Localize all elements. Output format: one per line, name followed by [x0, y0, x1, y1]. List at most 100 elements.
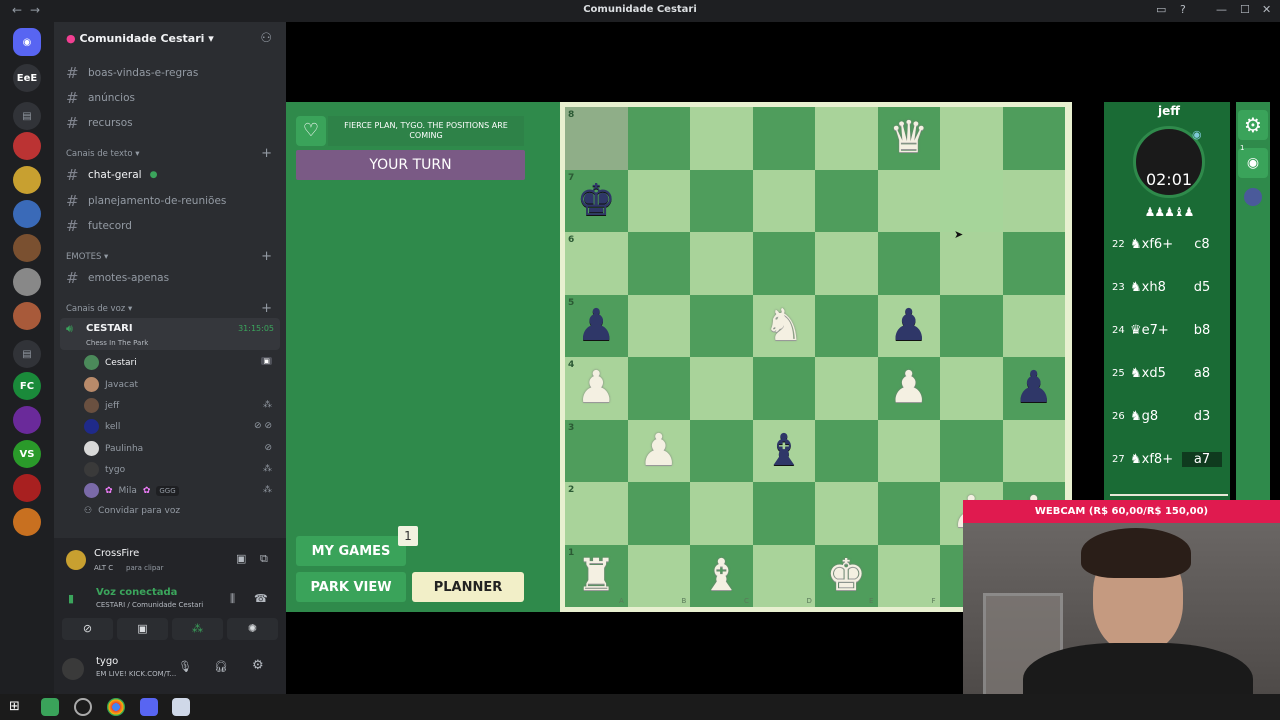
server-avatar-4[interactable] — [13, 234, 41, 262]
server-header[interactable]: ● Comunidade Cestari ▾ — [66, 32, 214, 45]
board-square[interactable] — [940, 357, 1003, 420]
board-square[interactable] — [815, 232, 878, 295]
board-square[interactable] — [565, 232, 628, 295]
taskbar-app-green-icon[interactable] — [41, 698, 59, 716]
taskbar-obs-icon[interactable] — [74, 698, 92, 716]
board-square[interactable] — [1002, 294, 1065, 357]
board-square[interactable] — [1002, 107, 1065, 170]
signal-icon[interactable]: ▮ — [68, 592, 74, 605]
taskbar-discord-icon[interactable] — [140, 698, 158, 716]
board-square[interactable] — [752, 482, 815, 545]
move-row[interactable]: 25 ♞xd5 a8 — [1112, 354, 1230, 392]
board-square[interactable] — [940, 107, 1003, 170]
voice-user[interactable]: ✿ Mila ✿ GGG — [84, 483, 179, 498]
board-square[interactable] — [627, 107, 690, 170]
board-square[interactable] — [815, 482, 878, 545]
board-square[interactable] — [940, 232, 1003, 295]
add-channel-icon[interactable]: + — [261, 249, 272, 264]
maximize-button[interactable]: ☐ — [1240, 3, 1250, 16]
board-square[interactable] — [940, 419, 1003, 482]
black-pawn[interactable]: ♟ — [878, 295, 941, 358]
screen-share-icon[interactable]: ⧉ — [260, 552, 268, 566]
park-view-button[interactable]: PARK VIEW — [296, 572, 406, 602]
black-bishop[interactable]: ♝ — [753, 420, 816, 483]
channel-planejamento[interactable]: # planejamento-de-reuniões — [66, 192, 226, 210]
white-bishop[interactable]: ♝ — [690, 545, 753, 608]
server-avatar-7[interactable] — [13, 406, 41, 434]
white-pawn[interactable]: ♟ — [628, 420, 691, 483]
camera-off-icon[interactable]: ⊘ — [62, 618, 113, 640]
black-king[interactable]: ♚ — [565, 170, 628, 233]
disconnect-icon[interactable]: ☎ — [254, 592, 268, 605]
voice-user[interactable]: tygo — [84, 462, 125, 477]
board-square[interactable] — [690, 357, 753, 420]
category-text[interactable]: Canais de texto ▾ — [66, 149, 140, 159]
activity-card[interactable]: CrossFire ALT C para clipar ▣ ⧉ — [62, 544, 278, 580]
voice-user[interactable]: Cestari — [84, 355, 137, 370]
board-square[interactable] — [877, 169, 940, 232]
board-square[interactable] — [690, 107, 753, 170]
voice-channel-cestari[interactable]: 🔊︎ CESTARI 31:15:05 Chess In The Park — [60, 318, 280, 350]
board-square[interactable] — [1002, 232, 1065, 295]
board-square[interactable] — [627, 169, 690, 232]
move-row[interactable]: 23 ♞xh8 d5 — [1112, 268, 1230, 306]
close-button[interactable]: ✕ — [1262, 3, 1271, 16]
channel-boas-vindas[interactable]: # boas-vindas-e-regras — [66, 64, 198, 82]
help-icon[interactable]: ? — [1180, 3, 1186, 16]
board-square[interactable] — [752, 357, 815, 420]
voice-user[interactable]: Paulinha — [84, 441, 143, 456]
start-windows-icon[interactable]: ⊞ — [9, 699, 20, 714]
board-square[interactable] — [627, 357, 690, 420]
board-square[interactable] — [690, 169, 753, 232]
board-square[interactable] — [815, 107, 878, 170]
microphone-icon[interactable]: 🎙︎ — [178, 660, 192, 673]
board-square[interactable] — [1002, 419, 1065, 482]
channel-emotes-apenas[interactable]: # emotes-apenas — [66, 269, 169, 287]
discord-home-icon[interactable]: ◉ — [13, 28, 41, 56]
white-knight[interactable]: ♞ — [753, 295, 816, 358]
board-square[interactable] — [940, 294, 1003, 357]
server-eee[interactable]: EeE — [13, 64, 41, 92]
board-square[interactable] — [627, 294, 690, 357]
voice-user[interactable]: jeff — [84, 398, 119, 413]
board-square[interactable] — [877, 419, 940, 482]
board-square[interactable] — [752, 107, 815, 170]
board-square[interactable] — [565, 107, 628, 170]
white-king[interactable]: ♚ — [815, 545, 878, 608]
taskbar-window-icon[interactable] — [172, 698, 190, 716]
planner-button[interactable]: PLANNER — [412, 572, 524, 602]
board-square[interactable] — [752, 169, 815, 232]
move-row[interactable]: 26 ♞g8 d3 — [1112, 397, 1230, 435]
channel-futecord[interactable]: # futecord — [66, 217, 132, 235]
add-user-icon[interactable]: ⚇ — [260, 31, 272, 46]
black-pawn[interactable]: ♟ — [1003, 357, 1066, 420]
move-row[interactable]: 27 ♞xf8+ a7 — [1112, 440, 1230, 478]
white-rook[interactable]: ♜ — [565, 545, 628, 608]
black-pawn[interactable]: ♟ — [565, 295, 628, 358]
voice-user[interactable]: kell — [84, 419, 120, 434]
clip-icon[interactable]: ▣ — [236, 552, 246, 565]
board-square[interactable] — [690, 482, 753, 545]
board-square[interactable] — [1002, 169, 1065, 232]
board-square[interactable] — [690, 232, 753, 295]
spectator-avatar[interactable] — [1244, 188, 1262, 206]
channel-anuncios[interactable]: # anúncios — [66, 89, 135, 107]
heart-icon[interactable]: ♡ — [296, 116, 326, 146]
white-pawn[interactable]: ♟ — [565, 357, 628, 420]
folder-icon[interactable]: ▤ — [13, 102, 41, 130]
channel-chat-geral[interactable]: # chat-geral ● — [66, 166, 157, 184]
board-square[interactable] — [690, 294, 753, 357]
white-queen[interactable]: ♛ — [878, 107, 941, 170]
noise-suppression-icon[interactable]: ⫼ — [230, 592, 235, 606]
white-pawn[interactable]: ♟ — [878, 357, 941, 420]
server-avatar-8[interactable] — [13, 474, 41, 502]
channel-recursos[interactable]: # recursos — [66, 114, 133, 132]
category-emotes[interactable]: EMOTES ▾ — [66, 252, 108, 262]
board-square[interactable] — [565, 482, 628, 545]
server-avatar-9[interactable] — [13, 508, 41, 536]
board-square[interactable] — [815, 419, 878, 482]
board-square[interactable] — [565, 419, 628, 482]
board-square[interactable] — [877, 232, 940, 295]
server-avatar-1[interactable] — [13, 132, 41, 160]
spectate-eye-icon[interactable]: ◉ — [1238, 148, 1268, 178]
